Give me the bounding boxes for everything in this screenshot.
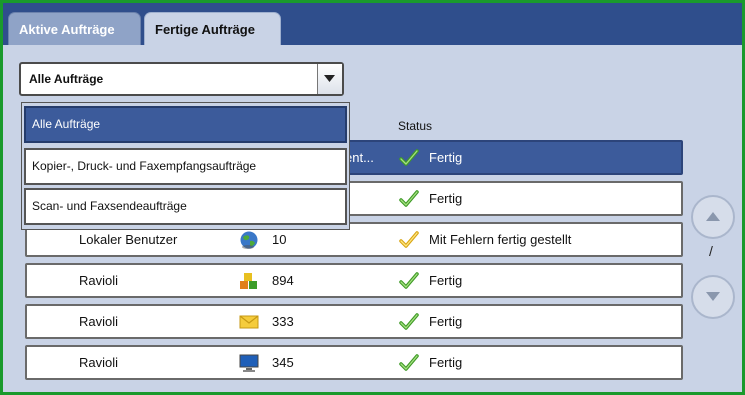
job-status: Mit Fehlern fertig gestellt (429, 232, 572, 247)
blocks-icon (240, 273, 257, 289)
job-list-panel: Alle Aufträge Status ent... Fertig Ferti… (3, 45, 742, 392)
chevron-down-icon (706, 292, 720, 301)
tab-completed-jobs[interactable]: Fertige Aufträge (144, 12, 281, 45)
page-count: 333 (272, 314, 294, 329)
check-green-icon (399, 149, 419, 166)
job-filter-select[interactable]: Alle Aufträge (19, 62, 344, 96)
table-row[interactable]: Ravioli 333 Fertig (25, 304, 683, 339)
envelope-icon (239, 315, 259, 329)
check-yellow-icon (399, 231, 419, 248)
scroll-up-button[interactable] (691, 195, 735, 239)
job-filter-dropdown: Alle Aufträge Kopier-, Druck- und Faxemp… (21, 102, 350, 230)
job-owner: Ravioli (79, 273, 119, 288)
page-indicator: / (709, 243, 713, 259)
check-green-icon (399, 354, 419, 371)
page-count: 894 (272, 273, 294, 288)
job-status: Fertig (429, 273, 463, 288)
job-status: Fertig (429, 355, 463, 370)
globe-icon (240, 231, 258, 249)
chevron-down-icon[interactable] (317, 64, 342, 94)
check-green-icon (399, 190, 419, 207)
table-row[interactable]: Ravioli 894 Fertig (25, 263, 683, 298)
dropdown-option-copy-print-fax-receive[interactable]: Kopier-, Druck- und Faxempfangsaufträge (24, 148, 347, 185)
tab-bar: Aktive Aufträge Fertige Aufträge (3, 3, 742, 45)
dropdown-option-all-jobs[interactable]: Alle Aufträge (24, 106, 347, 143)
check-green-icon (399, 313, 419, 330)
job-owner: Ravioli (79, 314, 119, 329)
status-column-header: Status (398, 119, 433, 133)
page-count: 345 (272, 355, 294, 370)
tab-active-jobs[interactable]: Aktive Aufträge (8, 12, 141, 45)
job-status: Fertig (429, 191, 463, 206)
monitor-icon (239, 354, 259, 372)
scroll-down-button[interactable] (691, 275, 735, 319)
chevron-up-icon (706, 212, 720, 221)
table-row[interactable]: Ravioli 345 Fertig (25, 345, 683, 380)
job-filter-value: Alle Aufträge (29, 72, 104, 86)
check-green-icon (399, 272, 419, 289)
job-owner: Ravioli (79, 355, 119, 370)
window: Aktive Aufträge Fertige Aufträge Alle Au… (0, 0, 745, 395)
job-status: Fertig (429, 150, 463, 165)
job-status: Fertig (429, 314, 463, 329)
dropdown-option-scan-fax-send[interactable]: Scan- und Faxsendeaufträge (24, 188, 347, 225)
